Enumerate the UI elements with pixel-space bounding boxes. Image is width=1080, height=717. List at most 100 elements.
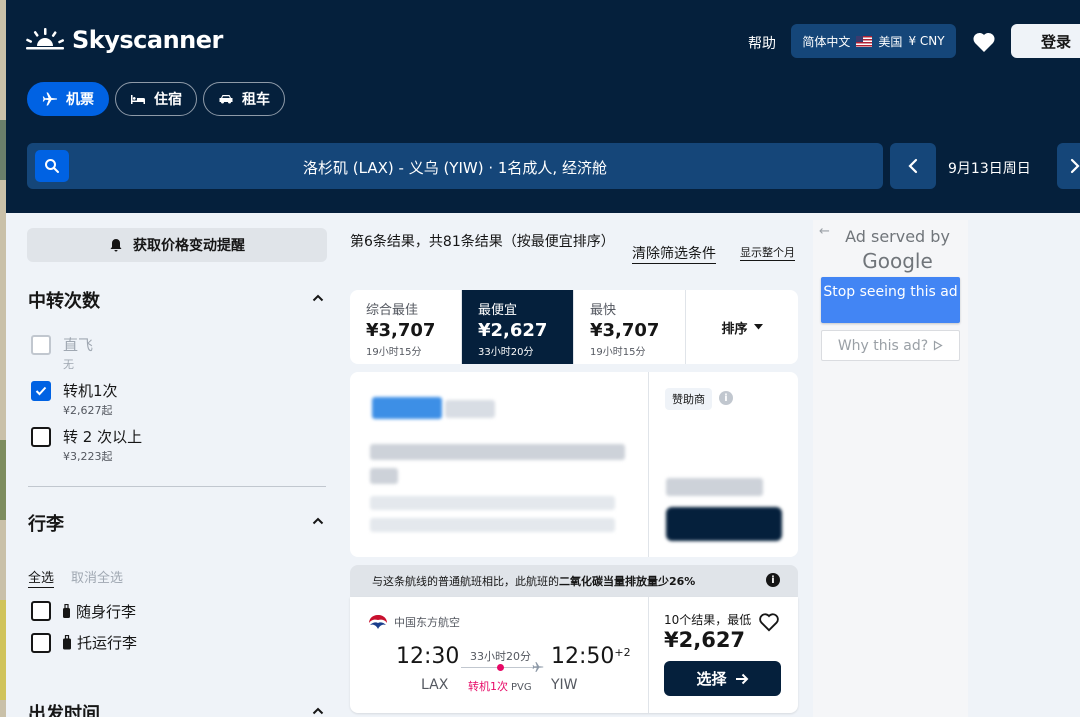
help-link[interactable]: 帮助 — [748, 33, 776, 53]
brand-name: Skyscanner — [72, 26, 223, 54]
two-plus-stops-checkbox[interactable] — [31, 427, 51, 447]
show-whole-month-link[interactable]: 显示整个月 — [740, 244, 795, 261]
blurred-ad-headline — [370, 444, 625, 460]
checked-bag-option: 托运行李 — [62, 632, 137, 653]
checkmark-icon — [35, 386, 47, 396]
search-summary-bar[interactable]: 洛杉矶 (LAX) - 义乌 (YIW) · 1名成人, 经济舱 — [27, 143, 883, 189]
tab-label: 租车 — [242, 92, 270, 108]
info-icon[interactable]: i — [766, 573, 780, 587]
arrival-day-offset: +2 — [614, 646, 631, 659]
sort-tab-price: ¥2,627 — [478, 320, 548, 341]
tab-flights[interactable]: 机票 — [27, 82, 109, 116]
bell-icon — [110, 238, 122, 251]
select-all-link[interactable]: 全选 — [28, 567, 55, 588]
sort-tab-price: ¥3,707 — [590, 320, 660, 341]
arrival-time-value: 12:50 — [551, 644, 615, 669]
sort-tabs: 综合最佳 ¥3,707 19小时15分 最便宜 ¥2,627 33小时20分 最… — [350, 290, 798, 364]
sort-tab-fastest[interactable]: 最快 ¥3,707 19小时15分 — [574, 290, 686, 364]
stop-seeing-ad-button[interactable]: Stop seeing this ad — [821, 277, 960, 323]
stops-filter-title: 中转次数 — [28, 291, 100, 312]
departure-time-filter-title: 出发时间 — [28, 704, 100, 717]
checked-bag-label: 托运行李 — [77, 634, 138, 652]
flight-price: ¥2,627 — [664, 628, 746, 652]
chevron-up-icon[interactable] — [312, 517, 324, 525]
google-wordmark: Google — [862, 249, 933, 273]
locale-selector[interactable]: 简体中文 美国 ¥ CNY — [791, 24, 956, 58]
china-eastern-logo-icon — [369, 615, 387, 629]
why-this-ad-button[interactable]: Why this ad? — [821, 330, 960, 361]
results-count: 第6条结果，共81条结果（按最便宜排序） — [350, 234, 615, 250]
login-button[interactable]: 登录 — [1011, 24, 1080, 58]
arrow-right-icon — [735, 673, 748, 684]
language-label: 简体中文 — [802, 34, 851, 49]
sort-tab-label: 最快 — [590, 303, 617, 318]
site-header: Skyscanner 帮助 简体中文 美国 ¥ CNY 登录 机票 住宿 租车 … — [6, 0, 1080, 213]
blurred-sponsor-logo — [372, 397, 442, 419]
tab-hotels[interactable]: 住宿 — [115, 82, 197, 116]
info-icon[interactable]: i — [719, 391, 733, 405]
airline: 中国东方航空 — [368, 614, 460, 630]
why-this-ad-label: Why this ad? — [837, 337, 929, 354]
chevron-up-icon[interactable] — [312, 294, 324, 302]
sunrise-logo-icon — [26, 28, 64, 50]
route-summary: 洛杉矶 (LAX) - 义乌 (YIW) · 1名成人, 经济舱 — [303, 159, 607, 177]
two-plus-stops-price: ¥3,223起 — [63, 450, 113, 463]
sort-tab-duration: 33小时20分 — [478, 347, 534, 358]
sponsored-badge: 赞助商 — [665, 388, 712, 410]
deselect-all-link[interactable]: 取消全选 — [71, 567, 123, 586]
product-tabs: 机票 住宿 租车 — [27, 82, 285, 116]
airline-name: 中国东方航空 — [394, 616, 460, 629]
arrival-time: 12:50+2 — [551, 644, 631, 669]
selected-date: 9月13日周日 — [948, 161, 1031, 177]
previous-date-button[interactable] — [890, 143, 936, 189]
flight-result-card[interactable]: 中国东方航空 12:30 LAX 33小时20分 转机1次 PVG 12:50+2… — [350, 597, 798, 713]
cabin-bag-checkbox[interactable] — [31, 601, 51, 621]
cabin-bag-icon — [63, 604, 70, 618]
adchoices-icon — [934, 340, 943, 351]
sort-tab-label: 综合最佳 — [366, 303, 419, 318]
cabin-bag-label: 随身行李 — [76, 603, 137, 621]
eco-emissions-banner: 与这条航线的普通航班相比，此航班的 二氧化碳当量排放量少26% i — [350, 565, 798, 597]
arrival-airport: YIW — [551, 677, 578, 693]
sort-tab-cheapest[interactable]: 最便宜 ¥2,627 33小时20分 — [462, 290, 574, 364]
blurred-ad-cta-button[interactable] — [666, 507, 782, 541]
one-stop-price: ¥2,627起 — [63, 404, 113, 417]
baggage-filter-title: 行李 — [28, 514, 64, 535]
favorites-heart-icon[interactable] — [972, 31, 996, 53]
checked-bag-icon — [63, 635, 71, 650]
tab-car-hire[interactable]: 租车 — [203, 82, 285, 116]
flight-duration: 33小时20分 — [470, 650, 531, 663]
clear-filters-link[interactable]: 清除筛选条件 — [632, 243, 716, 264]
next-date-button[interactable] — [1057, 143, 1080, 189]
one-stop-label: 转机1次 — [63, 382, 118, 400]
departure-airport: LAX — [421, 677, 449, 693]
us-flag-icon — [856, 35, 873, 47]
blurred-ad-body — [370, 518, 615, 532]
sort-dropdown[interactable]: 排序 — [686, 290, 798, 364]
sort-tab-best[interactable]: 综合最佳 ¥3,707 19小时15分 — [350, 290, 462, 364]
direct-label: 直飞 — [63, 336, 94, 354]
select-flight-button[interactable]: 选择 — [664, 661, 781, 696]
one-stop-checkbox[interactable] — [31, 381, 51, 401]
sponsored-result-card[interactable]: 赞助商 i — [350, 372, 798, 557]
chevron-left-icon — [908, 158, 918, 174]
checked-bag-checkbox[interactable] — [31, 633, 51, 653]
sort-dropdown-label: 排序 — [721, 321, 748, 337]
tab-label: 机票 — [66, 92, 94, 108]
airplane-icon — [42, 92, 57, 106]
chevron-up-icon[interactable] — [312, 707, 324, 715]
sort-tab-duration: 19小时15分 — [590, 347, 646, 358]
stops-count: 转机1次 — [468, 680, 508, 693]
departure-time: 12:30 — [396, 644, 460, 669]
blurred-logo-text — [445, 400, 495, 418]
two-plus-stops-label: 转 2 次以上 — [63, 428, 143, 446]
direct-checkbox[interactable] — [31, 335, 51, 355]
save-heart-icon[interactable] — [758, 612, 780, 632]
tab-label: 住宿 — [154, 92, 182, 108]
deal-count: 10个结果，最低 — [664, 613, 752, 627]
blurred-ad-body — [370, 496, 615, 510]
price-alert-button[interactable]: 获取价格变动提醒 — [27, 228, 327, 262]
country-label: 美国 — [878, 34, 903, 49]
brand-logo[interactable]: Skyscanner — [26, 26, 223, 54]
cabin-bag-option: 随身行李 — [62, 601, 136, 622]
